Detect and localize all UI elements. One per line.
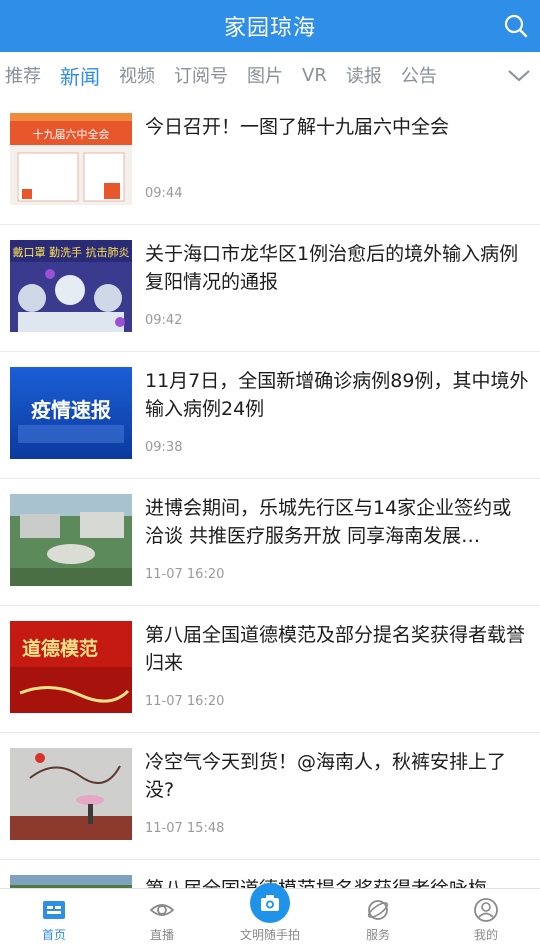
camera-icon [261, 895, 279, 911]
tab-pictures[interactable]: 图片 [247, 62, 283, 88]
camera-button[interactable] [250, 883, 290, 923]
news-item[interactable]: 冷空气今天到货！@海南人，秋裤安排上了没? 11-07 15:48 [0, 733, 540, 860]
bottom-nav: 首页 直播 文明随手拍 服务 我的 [0, 883, 540, 946]
nav-service[interactable]: 服务 [324, 889, 432, 946]
tab-video[interactable]: 视频 [119, 62, 155, 88]
home-icon [43, 901, 65, 919]
search-icon[interactable] [502, 12, 530, 40]
nav-live[interactable]: 直播 [108, 889, 216, 946]
thumb-text: 道德模范 [22, 637, 98, 660]
news-thumbnail: 疫情速报 [10, 367, 132, 459]
news-time: 11-07 16:20 [145, 567, 225, 582]
thumb-text: 戴口罩 勤洗手 抗击肺炎 [13, 245, 130, 259]
nav-label: 我的 [473, 928, 498, 942]
tab-notice[interactable]: 公告 [401, 62, 437, 88]
chevron-down-icon[interactable] [506, 64, 532, 86]
app-title: 家园琼海 [223, 16, 316, 41]
news-item[interactable]: 疫情速报 11月7日，全国新增确诊病例89例，其中境外输入病例24例 09:38 [0, 352, 540, 479]
news-thumbnail: 十九届六中全会 [10, 113, 132, 205]
nav-label: 首页 [41, 928, 66, 942]
news-time: 09:38 [145, 440, 183, 455]
news-item[interactable]: 十九届六中全会 今日召开！一图了解十九届六中全会 09:44 [0, 98, 540, 225]
news-item[interactable]: 道德模范 第八届全国道德模范及部分提名奖获得者载誉归来 11-07 16:20 [0, 606, 540, 733]
tab-subscription[interactable]: 订阅号 [174, 62, 228, 88]
tab-vr[interactable]: VR [302, 65, 327, 86]
news-thumbnail [10, 748, 132, 840]
news-item[interactable]: 戴口罩 勤洗手 抗击肺炎 关于海口市龙华区1例治愈后的境外输入病例复阳情况的通报… [0, 225, 540, 352]
eye-icon [149, 904, 175, 916]
news-title: 11月7日，全国新增确诊病例89例，其中境外输入病例24例 [145, 370, 529, 420]
news-title: 第八届全国道德模范提名奖获得者徐咏梅 [145, 875, 530, 888]
nav-home[interactable]: 首页 [0, 889, 108, 946]
thumb-text: 十九届六中全会 [33, 127, 110, 141]
tab-newspaper[interactable]: 读报 [346, 62, 382, 88]
news-title: 关于海口市龙华区1例治愈后的境外输入病例复阳情况的通报 [145, 243, 519, 293]
nav-label: 文明随手拍 [239, 928, 300, 942]
news-title: 进博会期间，乐城先行区与14家企业签约或洽谈 共推医疗服务开放 同享海南发展… [145, 497, 512, 547]
tab-recommend[interactable]: 推荐 [5, 62, 41, 88]
news-time: 11-07 16:20 [145, 694, 225, 709]
news-thumbnail [10, 875, 132, 888]
news-list: 十九届六中全会 今日召开！一图了解十九届六中全会 09:44 戴口罩 勤洗手 抗… [0, 98, 540, 888]
service-icon [367, 900, 389, 920]
nav-mine[interactable]: 我的 [432, 889, 540, 946]
news-thumbnail: 戴口罩 勤洗手 抗击肺炎 [10, 240, 132, 332]
nav-snapshot[interactable]: 文明随手拍 [216, 883, 324, 946]
app-header: 家园琼海 [0, 0, 540, 52]
nav-label: 直播 [149, 928, 174, 942]
news-time: 11-07 15:48 [145, 821, 225, 836]
nav-label: 服务 [365, 928, 390, 942]
news-title: 冷空气今天到货！@海南人，秋裤安排上了没? [145, 751, 507, 801]
news-title: 第八届全国道德模范及部分提名奖获得者载誉归来 [145, 624, 526, 674]
news-item[interactable]: 进博会期间，乐城先行区与14家企业签约或洽谈 共推医疗服务开放 同享海南发展… … [0, 479, 540, 606]
news-title: 今日召开！一图了解十九届六中全会 [145, 116, 450, 138]
category-tabs: 推荐 新闻 视频 订阅号 图片 VR 读报 公告 [0, 52, 540, 98]
news-time: 09:44 [145, 186, 183, 201]
news-thumbnail [10, 494, 132, 586]
news-time: 09:42 [145, 313, 183, 328]
thumb-text: 疫情速报 [31, 398, 111, 422]
user-icon [474, 898, 498, 922]
tab-news[interactable]: 新闻 [60, 61, 100, 90]
news-thumbnail: 道德模范 [10, 621, 132, 713]
